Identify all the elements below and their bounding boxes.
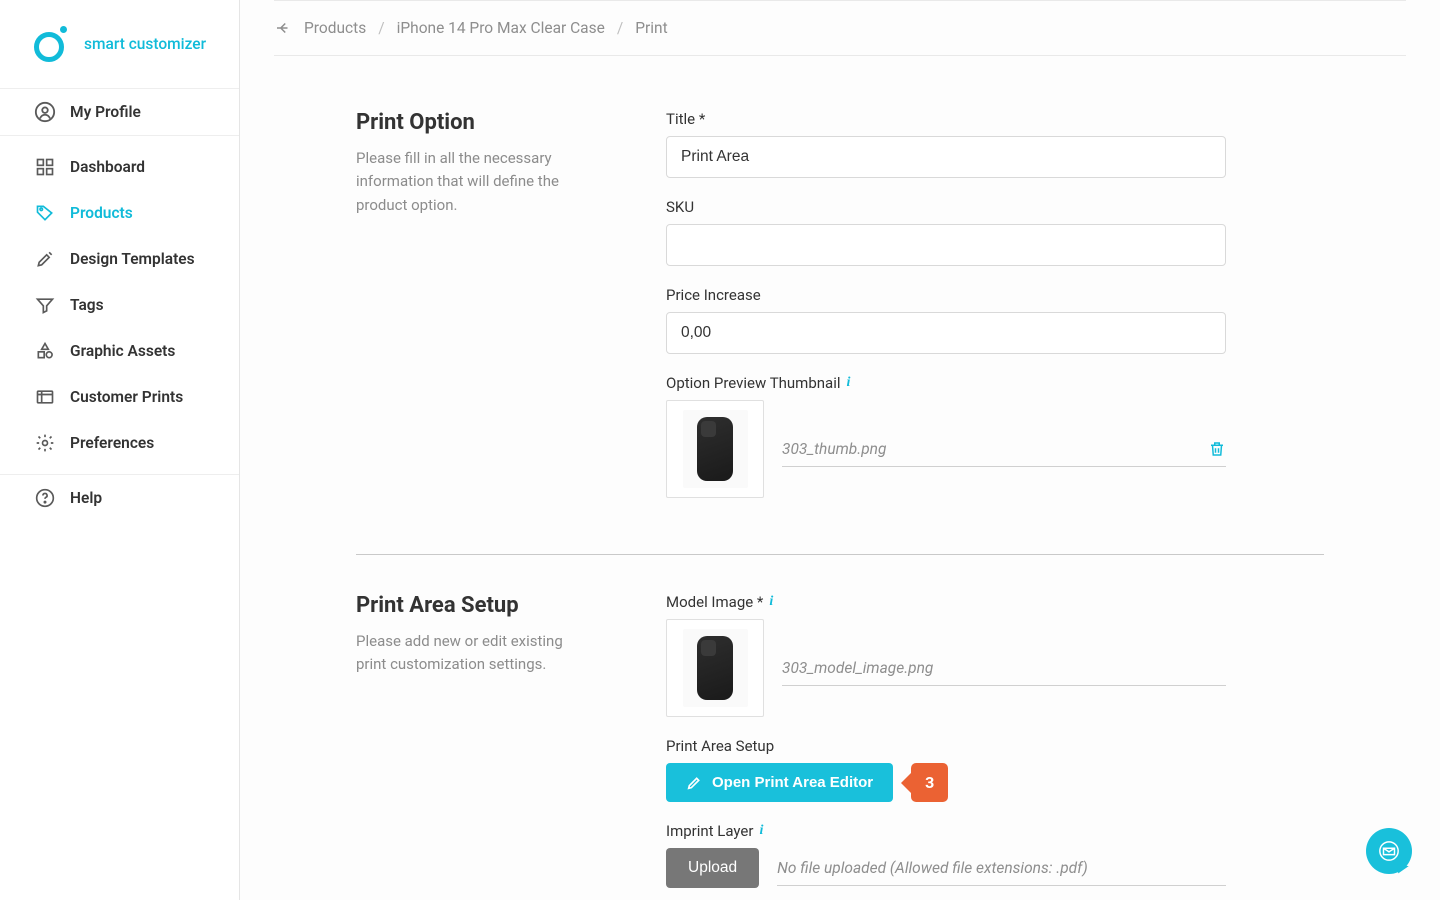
section-print-area-setup: Print Area Setup Please add new or edit … [356, 554, 1324, 900]
field-label: SKU [666, 198, 1226, 216]
nav-label: Dashboard [70, 158, 145, 176]
imprint-layer-placeholder: No file uploaded (Allowed file extension… [777, 859, 1088, 877]
thumbnail-filename: 303_thumb.png [782, 440, 886, 458]
field-price-increase: Price Increase [666, 286, 1226, 354]
sidebar: smart customizer My Profile Dashboard [0, 0, 240, 900]
field-label: Model Image * i [666, 593, 1226, 611]
price-increase-input[interactable] [666, 312, 1226, 354]
nav-dashboard[interactable]: Dashboard [0, 144, 239, 190]
breadcrumb-products[interactable]: Products [304, 19, 366, 37]
trash-icon[interactable] [1208, 440, 1226, 458]
tools-icon [34, 248, 56, 270]
list-icon [34, 386, 56, 408]
shapes-icon [34, 340, 56, 362]
logo-text: smart customizer [84, 35, 206, 53]
user-circle-icon [34, 101, 56, 123]
logo-icon [34, 26, 70, 62]
breadcrumb-print[interactable]: Print [635, 19, 667, 37]
field-imprint-layer: Imprint Layer i Upload No file uploaded … [666, 822, 1226, 888]
button-label: Open Print Area Editor [712, 774, 873, 791]
nav-label: Products [70, 204, 133, 222]
main-content: Products / iPhone 14 Pro Max Clear Case … [240, 0, 1440, 900]
dashboard-icon [34, 156, 56, 178]
filter-icon [34, 294, 56, 316]
model-image-filename: 303_model_image.png [782, 659, 933, 677]
nav-products[interactable]: Products [0, 190, 239, 236]
field-title: Title * [666, 110, 1226, 178]
field-label: Option Preview Thumbnail i [666, 374, 1226, 392]
nav-label: My Profile [70, 103, 141, 121]
open-print-area-editor-button[interactable]: Open Print Area Editor [666, 763, 893, 802]
breadcrumb: Products / iPhone 14 Pro Max Clear Case … [274, 0, 1406, 56]
field-print-area-setup: Print Area Setup Open Print Area Editor … [666, 737, 1226, 802]
gear-icon [34, 432, 56, 454]
mail-icon [1378, 840, 1400, 862]
model-image-preview[interactable] [666, 619, 764, 717]
info-icon[interactable]: i [769, 595, 773, 609]
step-badge: 3 [911, 763, 948, 802]
info-icon[interactable]: i [759, 824, 763, 838]
nav-label: Customer Prints [70, 388, 183, 406]
nav-label: Preferences [70, 434, 154, 452]
help-icon [34, 487, 56, 509]
back-icon[interactable] [274, 19, 292, 37]
thumbnail-preview[interactable] [666, 400, 764, 498]
title-input[interactable] [666, 136, 1226, 178]
nav-label: Tags [70, 296, 104, 314]
pencil-icon [686, 775, 702, 791]
field-label: Print Area Setup [666, 737, 1226, 755]
nav-help[interactable]: Help [0, 475, 239, 521]
field-sku: SKU [666, 198, 1226, 266]
section-title: Print Area Setup [356, 593, 616, 618]
nav-design-templates[interactable]: Design Templates [0, 236, 239, 282]
breadcrumb-separator: / [378, 19, 384, 37]
logo[interactable]: smart customizer [0, 0, 239, 89]
upload-button[interactable]: Upload [666, 848, 759, 888]
field-label: Price Increase [666, 286, 1226, 304]
nav-label: Graphic Assets [70, 342, 175, 360]
nav-my-profile[interactable]: My Profile [0, 89, 239, 135]
breadcrumb-separator: / [617, 19, 623, 37]
section-description: Please add new or edit existing print cu… [356, 630, 566, 677]
nav-label: Help [70, 489, 102, 507]
nav-preferences[interactable]: Preferences [0, 420, 239, 466]
section-print-option: Print Option Please fill in all the nece… [356, 88, 1324, 554]
sku-input[interactable] [666, 224, 1226, 266]
chat-fab[interactable] [1366, 828, 1412, 874]
info-icon[interactable]: i [847, 376, 851, 390]
field-thumbnail: Option Preview Thumbnail i 303_thumb.png [666, 374, 1226, 498]
field-label: Title * [666, 110, 1226, 128]
nav-label: Design Templates [70, 250, 195, 268]
nav-tags[interactable]: Tags [0, 282, 239, 328]
field-model-image: Model Image * i 303_model_image.png [666, 593, 1226, 717]
nav-customer-prints[interactable]: Customer Prints [0, 374, 239, 420]
section-description: Please fill in all the necessary informa… [356, 147, 566, 217]
breadcrumb-product-name[interactable]: iPhone 14 Pro Max Clear Case [397, 19, 605, 37]
section-title: Print Option [356, 110, 616, 135]
field-label: Imprint Layer i [666, 822, 1226, 840]
tag-icon [34, 202, 56, 224]
nav-graphic-assets[interactable]: Graphic Assets [0, 328, 239, 374]
